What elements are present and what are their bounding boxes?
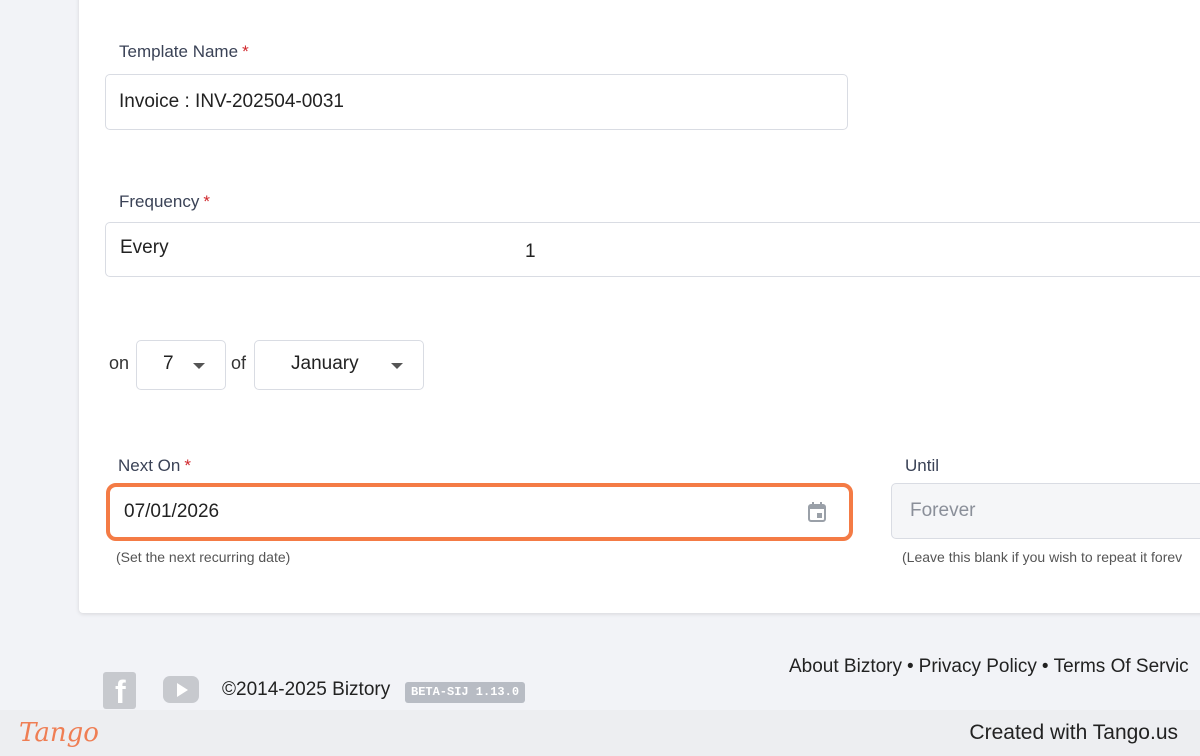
required-mark: * — [184, 456, 191, 475]
on-label: on — [109, 353, 130, 373]
about-link[interactable]: About Biztory — [789, 656, 902, 677]
tango-credit[interactable]: Created with Tango.us — [969, 721, 1178, 745]
day-select[interactable]: 7 — [136, 340, 226, 390]
chevron-down-icon — [391, 363, 403, 369]
until-date-input[interactable]: Forever — [891, 483, 1200, 539]
until-label: Until — [905, 456, 940, 475]
template-name-input[interactable]: Invoice : INV-202504-0031 — [105, 74, 848, 130]
next-on-label-text: Next On — [118, 456, 181, 475]
footer-links: About Biztory • Privacy Policy • Terms Of Se… — [789, 656, 1189, 678]
until-hint: (Leave this blank if you wish to repeat … — [902, 549, 1183, 565]
facebook-icon[interactable]: f — [103, 672, 136, 710]
next-on-date-value: 07/01/2026 — [124, 501, 220, 522]
frequency-field[interactable]: Every 1 — [105, 222, 1200, 277]
calendar-icon[interactable] — [807, 501, 827, 523]
tango-footer-bar: Tango Created with Tango.us — [0, 710, 1200, 756]
required-mark: * — [203, 192, 210, 211]
next-on-date-input[interactable]: 07/01/2026 — [106, 483, 853, 541]
frequency-label: Frequency * — [119, 192, 210, 212]
frequency-every-text: Every — [120, 237, 169, 258]
frequency-label-text: Frequency — [119, 192, 200, 211]
next-on-label: Next On * — [118, 456, 191, 476]
footer-separator: • — [907, 656, 914, 677]
template-name-label: Template Name * — [119, 42, 249, 62]
version-badge: BETA-SIJ 1.13.0 — [405, 682, 526, 703]
day-select-value: 7 — [163, 353, 174, 374]
required-mark: * — [242, 42, 249, 61]
template-name-value: Invoice : INV-202504-0031 — [119, 91, 344, 112]
footer-separator: • — [1041, 656, 1049, 677]
next-on-hint: (Set the next recurring date) — [116, 549, 291, 565]
tango-logo[interactable]: Tango — [19, 718, 99, 748]
month-select[interactable]: January — [254, 340, 424, 390]
template-name-label-text: Template Name — [119, 42, 239, 61]
copyright-text: ©2014-2025 Biztory — [222, 679, 391, 700]
youtube-icon[interactable] — [163, 676, 199, 703]
until-placeholder: Forever — [910, 500, 976, 521]
month-select-value: January — [291, 353, 359, 374]
privacy-policy-link[interactable]: Privacy Policy — [919, 656, 1037, 677]
of-label: of — [231, 353, 247, 373]
terms-of-service-link[interactable]: Terms Of Servic — [1054, 656, 1189, 677]
frequency-number-input[interactable]: 1 — [525, 241, 536, 263]
chevron-down-icon — [193, 363, 205, 369]
